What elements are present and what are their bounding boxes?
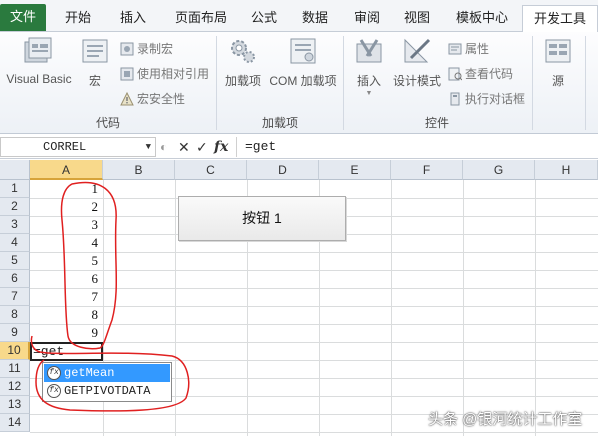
macros-icon (82, 39, 108, 63)
formula-bar: CORREL ▼ ◐ ✕ ✓ fx =get (0, 135, 598, 159)
design-mode-icon (404, 38, 431, 63)
insert-control-button[interactable]: 插入 ▼ (350, 36, 388, 99)
tab-file[interactable]: 文件 (0, 4, 46, 31)
gear-icon (231, 40, 255, 63)
com-addins-icon (290, 38, 316, 64)
tab-template-center[interactable]: 模板中心 (445, 5, 519, 32)
red-annotation-strokes (30, 181, 190, 412)
resize-handle-icon[interactable]: ◐ (160, 137, 167, 157)
relative-reference-button[interactable]: 使用相对引用 (120, 65, 209, 82)
record-macro-label: 录制宏 (137, 42, 174, 56)
tab-page-layout[interactable]: 页面布局 (163, 5, 239, 32)
group-label-code: 代码 (95, 116, 120, 130)
name-box-value: CORREL (43, 140, 87, 154)
properties-label: 属性 (465, 42, 490, 56)
insert-function-icon[interactable]: fx (214, 137, 228, 157)
toolbox-icon (356, 39, 382, 63)
cancel-icon[interactable]: ✕ (178, 137, 190, 157)
tab-home[interactable]: 开始 (56, 5, 100, 32)
view-code-icon (448, 67, 462, 81)
record-macro-button[interactable]: 录制宏 (120, 40, 173, 57)
addins-label: 加载项 (224, 74, 261, 88)
name-box[interactable]: CORREL ▼ (0, 137, 156, 157)
group-label-addins: 加载项 (261, 116, 298, 130)
run-dialog-label: 执行对话框 (465, 92, 526, 106)
com-addins-label: COM 加载项 (269, 74, 337, 88)
group-divider (532, 36, 533, 130)
relative-reference-icon (120, 67, 134, 81)
tab-developer[interactable]: 开发工具 (522, 5, 598, 33)
run-dialog-button[interactable]: 执行对话框 (448, 90, 525, 107)
tab-formulas[interactable]: 公式 (241, 5, 287, 32)
run-dialog-icon (450, 92, 460, 106)
warning-icon (120, 92, 134, 106)
watermark-text: 头条 @银河统计工作室 (428, 411, 583, 428)
group-label-controls: 控件 (424, 116, 449, 130)
view-code-label: 查看代码 (465, 67, 514, 81)
formula-controls: ◐ ✕ ✓ fx (158, 137, 234, 157)
com-addins-button[interactable]: COM 加载项 (266, 36, 340, 89)
worksheet-grid[interactable]: A B C D E F G H 1 2 3 4 5 6 7 8 9 10 11 … (0, 160, 598, 436)
addins-button[interactable]: 加载项 (222, 36, 264, 89)
group-divider (585, 36, 586, 130)
chevron-down-icon[interactable]: ▼ (146, 138, 151, 156)
tab-view[interactable]: 视图 (394, 5, 440, 32)
macro-security-label: 宏安全性 (137, 92, 186, 106)
visual-basic-icon (24, 37, 52, 63)
ribbon-developer: Visual Basic 宏 录制宏 使用相对引用 宏安全性 代码 加载项 CO… (0, 32, 598, 134)
tab-data[interactable]: 数据 (292, 5, 338, 32)
record-macro-icon (120, 42, 134, 56)
design-mode-label: 设计模式 (392, 74, 441, 88)
enter-check-icon[interactable]: ✓ (196, 137, 208, 157)
source-label: 源 (551, 74, 564, 88)
macros-button[interactable]: 宏 (78, 36, 112, 89)
visual-basic-button[interactable]: Visual Basic (4, 36, 74, 86)
tab-review[interactable]: 审阅 (344, 5, 390, 32)
visual-basic-label: Visual Basic (6, 72, 72, 86)
source-button[interactable]: 源 (540, 36, 576, 89)
view-code-button[interactable]: 查看代码 (448, 65, 513, 82)
properties-icon (448, 43, 462, 55)
design-mode-button[interactable]: 设计模式 (392, 36, 442, 89)
macro-security-button[interactable]: 宏安全性 (120, 90, 185, 107)
relative-reference-label: 使用相对引用 (137, 67, 210, 81)
insert-control-label: 插入 (356, 74, 381, 88)
xml-source-icon (545, 39, 571, 63)
properties-button[interactable]: 属性 (448, 40, 489, 57)
macros-label: 宏 (88, 74, 101, 88)
ribbon-tab-bar: 文件 开始 插入 页面布局 公式 数据 审阅 视图 模板中心 开发工具 (0, 0, 598, 33)
tab-insert[interactable]: 插入 (108, 5, 158, 32)
formula-input[interactable]: =get (236, 137, 598, 157)
chevron-down-icon: ▼ (365, 90, 373, 97)
